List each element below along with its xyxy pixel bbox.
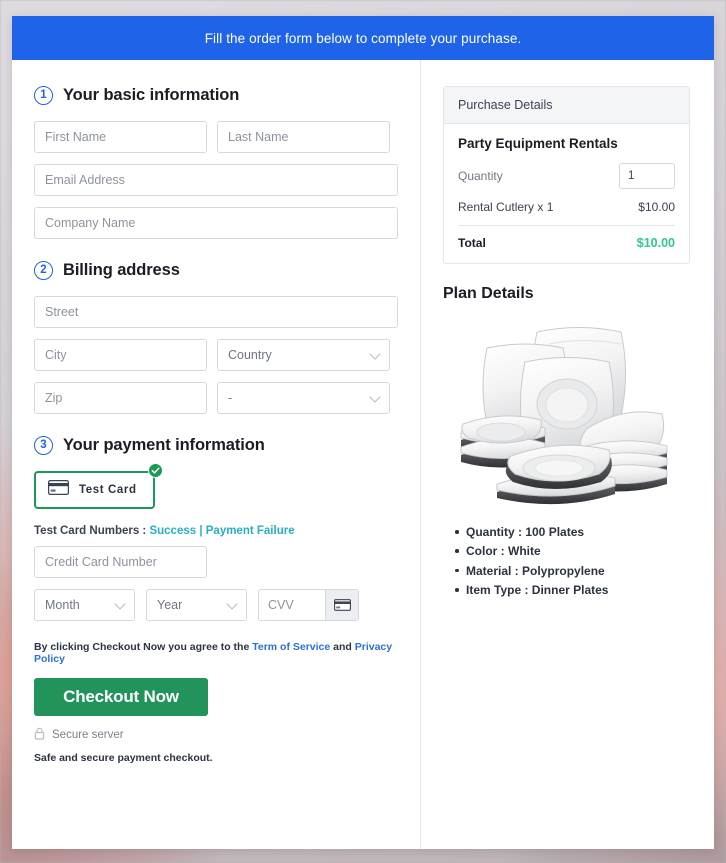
quantity-row: Quantity [458, 163, 675, 189]
last-name-input[interactable] [217, 121, 390, 153]
state-select[interactable]: - [217, 382, 390, 414]
card-body: 1 Your basic information 2 Billing addre… [12, 60, 714, 849]
test-card-success-link[interactable]: Success [149, 525, 196, 537]
term-of-service-link[interactable]: Term of Service [252, 641, 330, 653]
checkout-card: Fill the order form below to complete yo… [12, 16, 714, 849]
zip-state-row: - [34, 382, 398, 414]
test-card-option[interactable]: Test Card [34, 471, 155, 509]
line-item-label: Rental Cutlery x 1 [458, 200, 554, 214]
credit-card-icon [48, 480, 69, 500]
dinnerware-set-illustration [460, 327, 667, 505]
secure-server-row: Secure server [34, 727, 398, 743]
chevron-down-icon [369, 391, 381, 403]
section-title-billing-address: Billing address [63, 261, 180, 279]
step-1-badge: 1 [34, 86, 53, 105]
checkout-now-button[interactable]: Checkout Now [34, 678, 208, 716]
credit-card-number-input[interactable] [34, 546, 207, 578]
checkout-footnote: Safe and secure payment checkout. [34, 752, 213, 764]
summary-divider [458, 225, 675, 226]
test-card-option-wrapper: Test Card [34, 463, 163, 509]
line-item-row: Rental Cutlery x 1 $10.00 [458, 200, 675, 214]
quantity-input[interactable] [619, 163, 675, 189]
plan-spec-list: Quantity : 100 Plates Color : White Mate… [443, 523, 690, 601]
section-heading-billing-address: 2 Billing address [34, 261, 398, 280]
country-select[interactable]: Country [217, 339, 390, 371]
list-item: Color : White [455, 542, 690, 561]
city-country-row: Country [34, 339, 398, 371]
chevron-down-icon [369, 348, 381, 360]
test-card-label: Test Card [79, 484, 137, 496]
plan-name: Party Equipment Rentals [458, 136, 618, 151]
expiry-month-select[interactable]: Month [34, 589, 135, 621]
section-heading-payment-information: 3 Your payment information [34, 436, 398, 455]
test-card-link-separator: | [196, 525, 206, 537]
purchase-details-title: Purchase Details [444, 87, 689, 124]
quantity-label: Quantity [458, 169, 503, 183]
plan-details-title: Plan Details [443, 285, 534, 302]
state-select-value: - [228, 391, 233, 405]
step-2-badge: 2 [34, 261, 53, 280]
list-item: Material : Polypropylene [455, 562, 690, 581]
total-value: $10.00 [636, 236, 675, 250]
section-heading-basic-information: 1 Your basic information [34, 86, 398, 105]
check-circle-icon [147, 463, 163, 478]
plan-product-image [443, 315, 690, 513]
terms-agreement-text: By clicking Checkout Now you agree to th… [34, 641, 398, 665]
card-number-row [34, 546, 398, 578]
cvv-field-group [258, 589, 359, 621]
step-3-badge: 3 [34, 436, 53, 455]
expiry-month-value: Month [45, 598, 80, 612]
purchase-details-body: Party Equipment Rentals Quantity Rental … [444, 124, 689, 263]
expiry-year-select[interactable]: Year [146, 589, 247, 621]
company-field-row [34, 207, 398, 239]
city-input[interactable] [34, 339, 207, 371]
list-item: Item Type : Dinner Plates [455, 581, 690, 600]
email-field-row [34, 164, 398, 196]
terms-conjunction: and [330, 641, 355, 653]
secure-server-label: Secure server [52, 729, 124, 741]
first-name-input[interactable] [34, 121, 207, 153]
order-form-column: 1 Your basic information 2 Billing addre… [12, 60, 421, 849]
street-input[interactable] [34, 296, 398, 328]
test-card-failure-link[interactable]: Payment Failure [206, 525, 295, 537]
test-card-numbers-row: Test Card Numbers : Success | Payment Fa… [34, 525, 398, 537]
section-title-payment-information: Your payment information [63, 436, 265, 454]
chevron-down-icon [114, 598, 126, 610]
cvv-card-icon [325, 590, 358, 620]
test-card-numbers-prefix: Test Card Numbers : [34, 525, 150, 537]
page-banner: Fill the order form below to complete yo… [12, 16, 714, 60]
company-name-input[interactable] [34, 207, 398, 239]
purchase-details-panel: Purchase Details Party Equipment Rentals… [443, 86, 690, 264]
total-row: Total $10.00 [458, 236, 675, 250]
zip-input[interactable] [34, 382, 207, 414]
country-select-value: Country [228, 348, 272, 362]
expiry-year-value: Year [157, 598, 183, 612]
chevron-down-icon [226, 598, 238, 610]
expiry-cvv-row: Month Year [34, 589, 398, 621]
banner-text: Fill the order form below to complete yo… [204, 30, 522, 46]
street-field-row [34, 296, 398, 328]
cvv-input[interactable] [259, 590, 325, 620]
summary-column: Purchase Details Party Equipment Rentals… [421, 60, 714, 849]
total-label: Total [458, 236, 486, 250]
name-field-row [34, 121, 398, 153]
lock-icon [34, 727, 45, 743]
email-input[interactable] [34, 164, 398, 196]
section-title-basic-information: Your basic information [63, 86, 240, 104]
terms-prefix: By clicking Checkout Now you agree to th… [34, 641, 253, 653]
list-item: Quantity : 100 Plates [455, 523, 690, 542]
line-item-value: $10.00 [638, 200, 675, 214]
